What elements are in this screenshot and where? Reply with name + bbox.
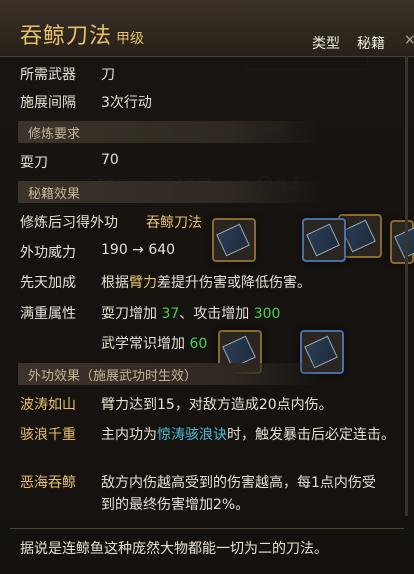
effect-desc-line1: 敌方内伤越高受到的伤害越高，每1点内伤受 [101,475,376,491]
effects-section-title: 秘籍效果 [28,187,81,202]
skill-req-value: 70 [101,152,119,168]
footer-divider [10,528,404,529]
weapon-label: 所需武器 [20,67,76,83]
tooltip-header: 吞鲸刀法 甲级 类型 秘籍 × [0,0,414,57]
requirement-section-header: 修炼要求 [18,121,322,143]
interval-row: 施展间隔 3次行动 [0,92,414,116]
bonus-value: 根据臂力差提升伤害或降低伤害。 [101,272,311,292]
effect-name: 骇浪千重 [20,427,76,443]
full-line1-b: 、攻击增加 [179,306,250,322]
learn-value: 吞鲸刀法 [146,215,202,231]
interval-value: 3次行动 [101,95,152,111]
power-value: 190 → 640 [101,242,176,258]
requirement-section-title: 修炼要求 [28,127,81,142]
full-line1-a: 耍刀增加 [101,306,157,322]
bonus-row: 先天加成 根据臂力差提升伤害或降低伤害。 [0,272,414,296]
full-row-2: 武学常识增加 60 [0,333,414,357]
bonus-key: 臂力 [129,275,157,291]
type-tab[interactable]: 类型 [312,33,340,53]
effect-desc: 臂力达到15，对敌方造成20点内伤。 [101,397,333,413]
learn-label: 修炼后习得外功 [20,215,118,231]
full-line2-v: 60 [189,336,208,352]
skill-tooltip-panel: 吞鲸刀法 甲级 类型 秘籍 × 所需武器 刀 施展间隔 3次行动 修炼要求 耍刀… [0,0,414,574]
effect-desc-line2: 到的最终伤害增加2%。 [101,497,250,513]
effect-desc-post: 时，触发暴击后必定连击。 [227,427,395,443]
bonus-pre: 根据 [101,275,129,291]
full-label: 满重属性 [20,306,76,322]
book-slot-icon [212,218,256,262]
effect-desc-key: 惊涛骇浪诀 [157,427,227,443]
book-tab[interactable]: 秘籍 [357,33,385,53]
full-row-1: 满重属性 耍刀增加 37、攻击增加 300 [0,303,414,327]
book-slot-icon [302,218,346,262]
bonus-label: 先天加成 [20,275,76,291]
weapon-value: 刀 [101,67,115,83]
full-line-2: 武学常识增加 60 [101,333,207,353]
effect-desc: 主内功为惊涛骇浪诀时，触发暴击后必定连击。 [101,424,395,444]
power-label: 外功威力 [20,245,76,261]
bonus-post: 差提升伤害或降低伤害。 [157,275,311,291]
external-effect-3-cont: 到的最终伤害增加2%。 [0,494,414,518]
weapon-row: 所需武器 刀 [0,64,414,88]
full-line2-a: 武学常识增加 [101,336,185,352]
close-icon[interactable]: × [404,32,414,48]
interval-label: 施展间隔 [20,95,76,111]
skill-req-label: 耍刀 [20,155,48,171]
external-effect-2: 骇浪千重 主内功为惊涛骇浪诀时，触发暴击后必定连击。 [0,424,414,448]
full-line1-v2: 300 [253,306,281,322]
external-effect-1: 波涛如山 臂力达到15，对敌方造成20点内伤。 [0,394,414,418]
effect-name: 恶海吞鲸 [20,475,76,491]
requirement-row: 耍刀 70 [0,152,414,176]
external-section-header: 外功效果（施展武功时生效） [18,363,322,385]
skill-title: 吞鲸刀法 [20,24,113,49]
full-line-1: 耍刀增加 37、攻击增加 300 [101,303,280,323]
lore-text: 据说是连鲸鱼这种庞然大物都能一切为二的刀法。 [20,541,328,557]
skill-grade: 甲级 [116,31,144,47]
effect-name: 波涛如山 [20,397,76,413]
full-line1-v1: 37 [161,306,180,322]
effects-section-header: 秘籍效果 [18,181,322,203]
scrollbar[interactable] [405,56,408,516]
external-section-title: 外功效果（施展武功时生效） [28,369,198,384]
external-effect-3: 恶海吞鲸 敌方内伤越高受到的伤害越高，每1点内伤受 [0,472,414,496]
effect-desc-pre: 主内功为 [101,427,157,443]
book-slot-icon [390,220,414,264]
